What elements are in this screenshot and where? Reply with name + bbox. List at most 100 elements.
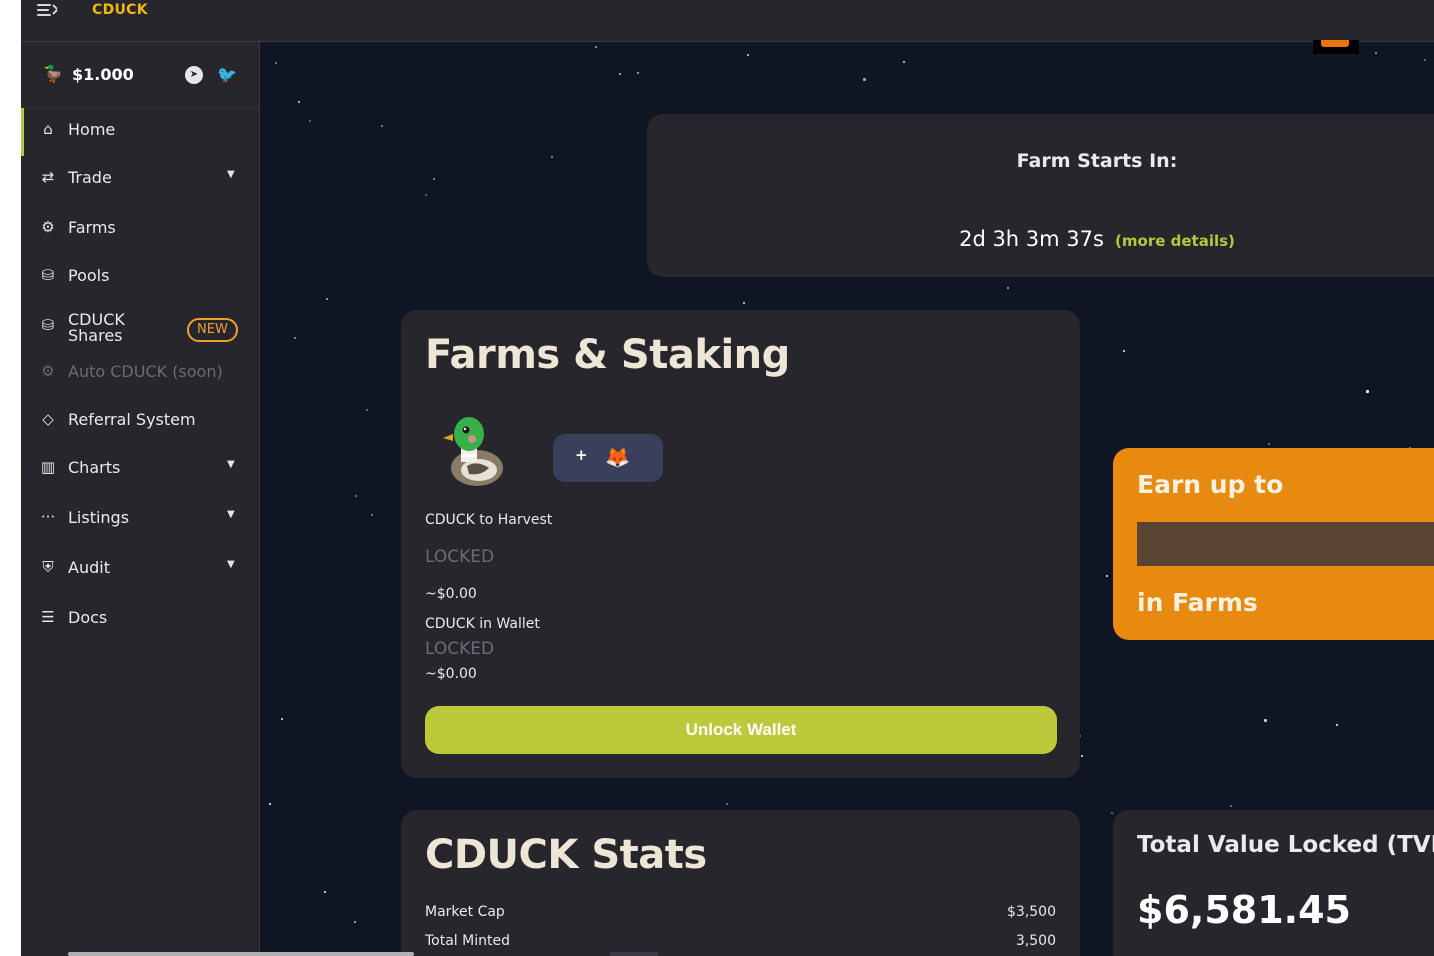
more-icon: ··· bbox=[40, 508, 56, 526]
star bbox=[293, 337, 296, 340]
star bbox=[1081, 754, 1084, 757]
shield-icon: ⛨ bbox=[42, 558, 54, 576]
star bbox=[1123, 350, 1126, 352]
tvl-title: Total Value Locked (TVL) bbox=[1137, 832, 1434, 858]
farms-title: Farms & Staking bbox=[425, 332, 790, 378]
add-token-to-wallet-button[interactable]: + 🦊 bbox=[553, 434, 663, 482]
earn-apr-card[interactable]: Earn up to in Farms bbox=[1113, 448, 1434, 640]
brand-name[interactable]: CDUCK bbox=[92, 2, 148, 18]
sidebar-item-audit[interactable]: ⛨ Audit ▼ bbox=[21, 546, 259, 590]
chevron-down-icon: ▼ bbox=[227, 559, 235, 570]
sidebar-header: 🦆 $1.000 ➤ 🐦 bbox=[21, 42, 259, 108]
star bbox=[618, 72, 621, 75]
chevron-down-icon: ▼ bbox=[227, 509, 235, 520]
star bbox=[354, 494, 357, 497]
star bbox=[862, 77, 866, 81]
sidebar: 🦆 $1.000 ➤ 🐦 ⌂ Home ⇄ Trade ▼ ⚙ Farms ⛁ … bbox=[21, 42, 260, 956]
menu-toggle-icon[interactable] bbox=[37, 2, 59, 18]
star bbox=[432, 178, 435, 181]
chart-icon: ▥ bbox=[40, 458, 56, 476]
star bbox=[424, 194, 427, 197]
wallet-label: CDUCK in Wallet bbox=[425, 616, 540, 632]
star bbox=[366, 409, 369, 412]
sidebar-item-cduck-shares[interactable]: ⛁ CDUCK Shares NEW bbox=[21, 304, 259, 350]
wallet-value: LOCKED bbox=[425, 639, 495, 659]
sidebar-item-referral[interactable]: ◇ Referral System bbox=[21, 398, 259, 442]
pool-icon: ⛁ bbox=[41, 316, 55, 334]
sidebar-item-label: Home bbox=[68, 120, 116, 139]
star bbox=[1264, 718, 1268, 722]
star bbox=[1336, 724, 1339, 727]
star bbox=[1007, 287, 1010, 290]
cduck-stats-card: CDUCK Stats Market Cap $3,500 Total Mint… bbox=[401, 810, 1080, 956]
scrollbar-track-segment bbox=[610, 952, 658, 956]
star bbox=[595, 46, 598, 49]
star bbox=[637, 72, 640, 75]
sidebar-item-label: CDUCK Shares bbox=[68, 310, 125, 345]
harvest-label: CDUCK to Harvest bbox=[425, 512, 553, 528]
star bbox=[550, 155, 553, 158]
duck-logo-icon bbox=[443, 417, 503, 486]
countdown-row: 2d 3h 3m 37s (more details) bbox=[647, 227, 1434, 251]
stat-label-market-cap: Market Cap bbox=[425, 904, 505, 920]
horizontal-scrollbar[interactable] bbox=[68, 952, 414, 956]
docs-icon: ☰ bbox=[41, 608, 55, 626]
star bbox=[742, 301, 745, 304]
sidebar-item-label: Farms bbox=[68, 218, 116, 237]
star bbox=[326, 297, 329, 300]
tractor-icon: ⚙ bbox=[41, 218, 55, 236]
star bbox=[725, 802, 728, 805]
sidebar-item-label: Pools bbox=[68, 266, 110, 285]
star bbox=[269, 803, 272, 806]
sidebar-item-home[interactable]: ⌂ Home bbox=[21, 108, 259, 156]
sidebar-item-label: Auto CDUCK (soon) bbox=[68, 362, 223, 381]
star bbox=[1111, 811, 1114, 814]
stat-value-total-minted: 3,500 bbox=[1015, 933, 1056, 949]
sidebar-item-label: Listings bbox=[68, 508, 130, 527]
chevron-down-icon: ▼ bbox=[227, 459, 235, 470]
star bbox=[353, 921, 356, 924]
sidebar-item-listings[interactable]: ··· Listings ▼ bbox=[21, 496, 259, 540]
twitter-icon[interactable]: 🐦 bbox=[217, 66, 237, 84]
sidebar-item-label: Trade bbox=[68, 168, 112, 187]
trade-icon: ⇄ bbox=[41, 168, 55, 186]
sidebar-item-trade[interactable]: ⇄ Trade ▼ bbox=[21, 156, 259, 200]
star bbox=[370, 513, 373, 516]
tvl-card: Total Value Locked (TVL) $6,581.45 bbox=[1113, 810, 1434, 956]
sidebar-item-farms[interactable]: ⚙ Farms bbox=[21, 206, 259, 250]
sidebar-item-charts[interactable]: ▥ Charts ▼ bbox=[21, 446, 259, 490]
sidebar-item-docs[interactable]: ☰ Docs bbox=[21, 596, 259, 640]
sidebar-item-label: Charts bbox=[68, 458, 121, 477]
earn-up-to-label: Earn up to bbox=[1137, 470, 1284, 499]
new-badge: NEW bbox=[187, 318, 238, 342]
star bbox=[1105, 575, 1108, 578]
harvest-usd: ~$0.00 bbox=[425, 586, 477, 602]
ticket-icon: ◇ bbox=[42, 410, 54, 428]
stat-value-market-cap: $3,500 bbox=[1007, 904, 1056, 920]
sidebar-item-auto-cduck: ⚙ Auto CDUCK (soon) bbox=[21, 350, 259, 394]
tvl-value: $6,581.45 bbox=[1137, 888, 1351, 932]
sidebar-item-label: Audit bbox=[68, 558, 110, 577]
more-details-link[interactable]: (more details) bbox=[1115, 232, 1235, 250]
harvest-value: LOCKED bbox=[425, 547, 495, 567]
chevron-down-icon: ▼ bbox=[227, 169, 235, 180]
wallet-usd: ~$0.00 bbox=[425, 666, 477, 682]
telegram-icon[interactable]: ➤ bbox=[185, 66, 203, 84]
star bbox=[274, 62, 277, 65]
tractor-icon: ⚙ bbox=[41, 362, 55, 380]
star bbox=[1424, 58, 1427, 61]
countdown-timer: 2d 3h 3m 37s bbox=[959, 227, 1104, 251]
stat-label-total-minted: Total Minted bbox=[425, 933, 510, 949]
home-icon: ⌂ bbox=[43, 120, 53, 138]
sidebar-item-pools[interactable]: ⛁ Pools bbox=[21, 254, 259, 298]
unlock-wallet-button[interactable]: Unlock Wallet bbox=[425, 706, 1057, 754]
in-farms-label: in Farms bbox=[1137, 588, 1258, 617]
metamask-fox-icon: 🦊 bbox=[605, 445, 630, 469]
star bbox=[1229, 804, 1232, 807]
pool-icon: ⛁ bbox=[41, 266, 55, 284]
duck-token-icon: 🦆 bbox=[43, 64, 63, 83]
network-badge[interactable] bbox=[1313, 40, 1359, 54]
plus-icon: + bbox=[575, 446, 588, 464]
star bbox=[324, 891, 327, 894]
stats-title: CDUCK Stats bbox=[425, 832, 707, 878]
